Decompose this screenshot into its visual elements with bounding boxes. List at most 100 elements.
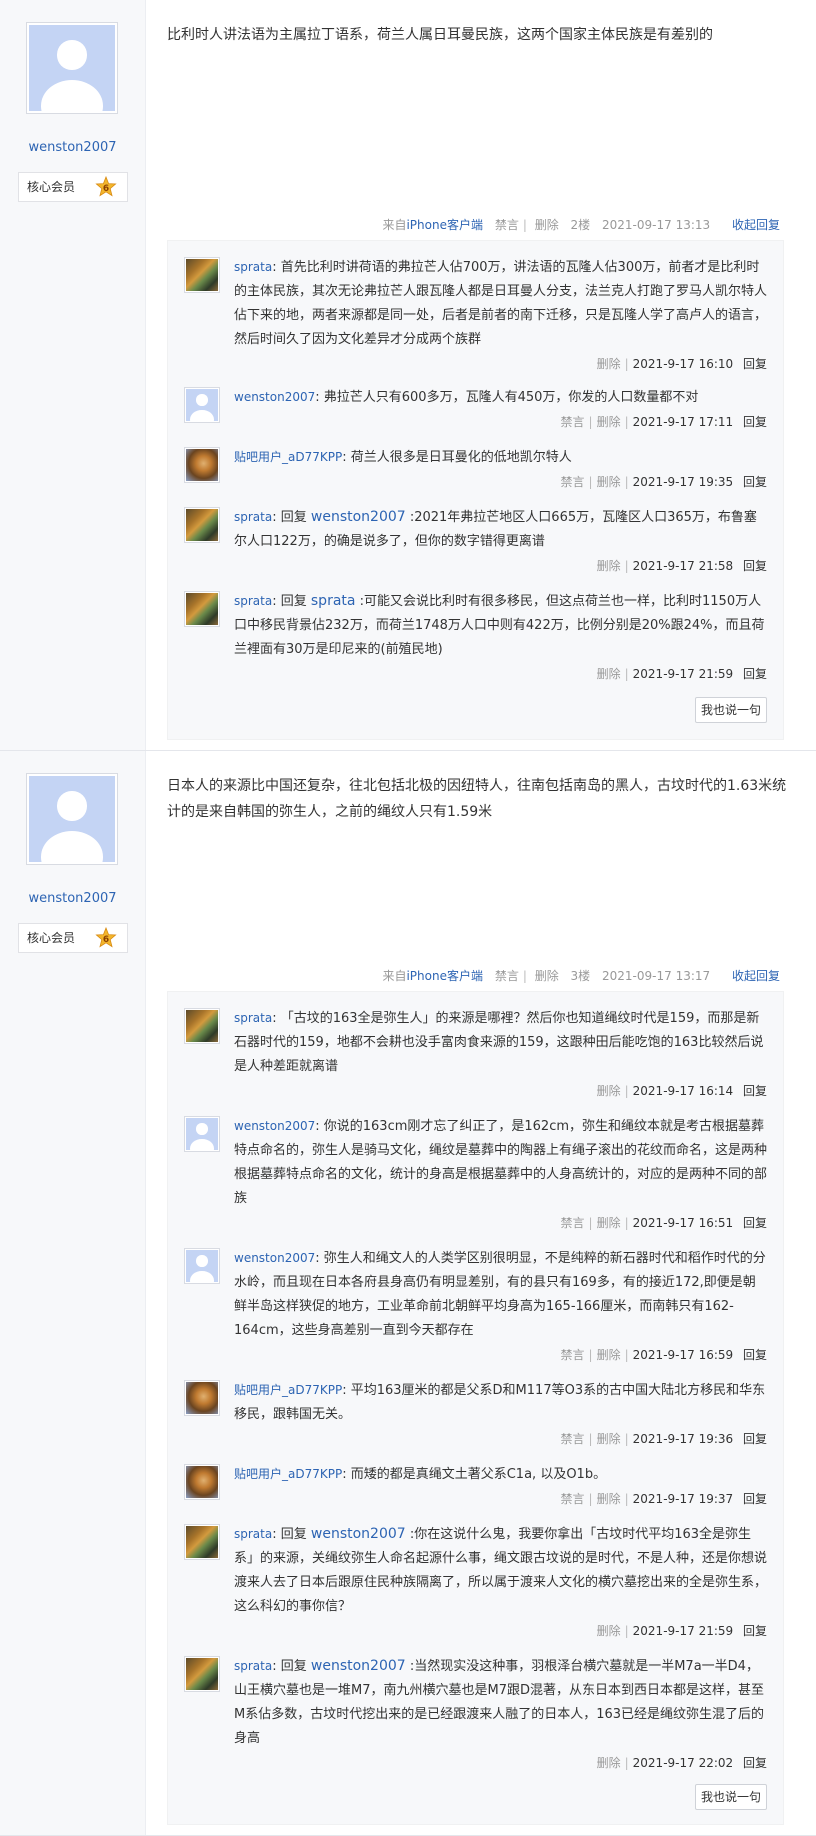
reply-time: 2021-9-17 21:59 (632, 1624, 734, 1638)
client-source-link[interactable]: iPhone客户端 (406, 969, 483, 983)
reply-time: 2021-9-17 19:36 (632, 1432, 734, 1446)
author-username[interactable]: wenston2007 (0, 891, 145, 906)
delete-link[interactable]: 删除 (597, 1624, 621, 1638)
reply-meta: 禁言 | 删除 | 2021-9-17 16:51 回复 (560, 1216, 767, 1230)
author-avatar[interactable] (26, 22, 118, 114)
reply-avatar[interactable] (184, 591, 220, 627)
reply-link[interactable]: 回复 (743, 357, 767, 371)
member-badge[interactable]: 核心会员 6 (18, 923, 128, 953)
delete-link[interactable]: 删除 (535, 969, 559, 983)
reply-username[interactable]: 贴吧用户_aD77KPP (234, 450, 342, 464)
ban-link[interactable]: 禁言 (495, 969, 519, 983)
reply-link[interactable]: 回复 (743, 475, 767, 489)
reply-target-user[interactable]: wenston2007 (311, 1526, 406, 1542)
reply-meta: 禁言 | 删除 | 2021-9-17 19:36 回复 (560, 1432, 767, 1446)
delete-link[interactable]: 删除 (597, 1348, 621, 1362)
reply-avatar[interactable] (184, 1464, 220, 1500)
reply-username[interactable]: sprata (234, 1011, 272, 1025)
delete-link[interactable]: 删除 (535, 218, 559, 232)
reply-avatar[interactable] (184, 447, 220, 483)
delete-link[interactable]: 删除 (597, 667, 621, 681)
ban-link[interactable]: 禁言 (561, 1492, 585, 1506)
post-content: 比利时人讲法语为主属拉丁语系，荷兰人属日耳曼民族，这两个国家主体民族是有差别的 (167, 27, 713, 43)
reply-target-user[interactable]: wenston2007 (311, 1658, 406, 1674)
sub-reply-panel: sprata: 首先比利时讲荷语的弗拉芒人佔700万，讲法语的瓦隆人佔300万，… (167, 240, 784, 740)
member-badge[interactable]: 核心会员 6 (18, 172, 128, 202)
delete-link[interactable]: 删除 (597, 559, 621, 573)
say-something-button[interactable]: 我也说一句 (695, 1784, 767, 1810)
reply-avatar[interactable] (184, 1380, 220, 1416)
author-username[interactable]: wenston2007 (0, 140, 145, 155)
reply-avatar[interactable] (184, 1656, 220, 1692)
reply-time: 2021-9-17 16:59 (632, 1348, 734, 1362)
reply-username[interactable]: sprata (234, 510, 272, 524)
delete-link[interactable]: 删除 (597, 1432, 621, 1446)
reply-link[interactable]: 回复 (743, 559, 767, 573)
floor-number: 2楼 (570, 218, 591, 232)
collapse-replies-link[interactable]: 收起回复 (732, 969, 780, 983)
reply-avatar[interactable] (184, 257, 220, 293)
ban-link[interactable]: 禁言 (561, 475, 585, 489)
author-avatar[interactable] (26, 773, 118, 865)
member-level: 6 (103, 184, 109, 194)
reply-meta: 删除 | 2021-9-17 16:14 回复 (596, 1084, 767, 1098)
delete-link[interactable]: 删除 (597, 475, 621, 489)
reply-keyword: 回复 (280, 1659, 307, 1674)
ban-link[interactable]: 禁言 (495, 218, 519, 232)
ban-link[interactable]: 禁言 (561, 1348, 585, 1362)
reply-link[interactable]: 回复 (743, 1756, 767, 1770)
delete-link[interactable]: 删除 (597, 1084, 621, 1098)
reply-text-block: wenston2007: 你说的163cm刚才忘了纠正了，是162cm，弥生和绳… (234, 1119, 768, 1206)
reply-username[interactable]: sprata (234, 1527, 272, 1541)
reply-username[interactable]: sprata (234, 260, 272, 274)
reply-time: 2021-9-17 16:14 (632, 1084, 734, 1098)
reply-avatar[interactable] (184, 1008, 220, 1044)
ban-link[interactable]: 禁言 (561, 415, 585, 429)
reply-text-block: 贴吧用户_aD77KPP: 平均163厘米的都是父系D和M117等O3系的古中国… (234, 1383, 766, 1422)
reply-avatar[interactable] (184, 1524, 220, 1560)
reply-link[interactable]: 回复 (743, 1084, 767, 1098)
reply-username[interactable]: wenston2007 (234, 390, 315, 404)
ban-link[interactable]: 禁言 (561, 1432, 585, 1446)
reply-avatar[interactable] (184, 1248, 220, 1284)
post-floor-2: wenston2007 核心会员 6 比利时人讲法语为主属拉丁语系，荷兰人属日耳… (0, 0, 816, 751)
reply-text-block: sprata: 回复 wenston2007 :2021年弗拉芒地区人口665万… (234, 509, 757, 549)
post-floor-3: wenston2007 核心会员 6 日本人的来源比中国还复杂，往北包括北极的因… (0, 751, 816, 1836)
reply-meta: 删除 | 2021-9-17 21:59 回复 (596, 1624, 767, 1638)
reply-username[interactable]: wenston2007 (234, 1251, 315, 1265)
reply-username[interactable]: wenston2007 (234, 1119, 315, 1133)
reply-target-user[interactable]: wenston2007 (311, 509, 406, 525)
reply-time: 2021-9-17 16:51 (632, 1216, 734, 1230)
reply-text-block: 贴吧用户_aD77KPP: 而矮的都是真绳文土著父系C1a, 以及O1b。 (234, 1467, 607, 1482)
post-tail: 来自iPhone客户端 禁言 | 删除 3楼 2021-09-17 13:17 收… (382, 969, 780, 983)
reply-text-block: sprata: 「古坟的163全是弥生人」的来源是哪裡？然后你也知道绳纹时代是1… (234, 1011, 764, 1074)
reply-username[interactable]: sprata (234, 594, 272, 608)
post-content: 日本人的来源比中国还复杂，往北包括北极的因纽特人，往南包括南岛的黑人，古坟时代的… (167, 778, 787, 820)
client-source-link[interactable]: iPhone客户端 (406, 218, 483, 232)
ban-link[interactable]: 禁言 (561, 1216, 585, 1230)
reply-link[interactable]: 回复 (743, 1492, 767, 1506)
delete-link[interactable]: 删除 (597, 1216, 621, 1230)
reply-link[interactable]: 回复 (743, 1432, 767, 1446)
reply-link[interactable]: 回复 (743, 667, 767, 681)
collapse-replies-link[interactable]: 收起回复 (732, 218, 780, 232)
say-something-button[interactable]: 我也说一句 (695, 697, 767, 723)
delete-link[interactable]: 删除 (597, 1492, 621, 1506)
reply-target-user[interactable]: sprata (311, 593, 356, 609)
reply-username[interactable]: 贴吧用户_aD77KPP (234, 1383, 342, 1397)
post-time: 2021-09-17 13:13 (602, 218, 711, 232)
reply-link[interactable]: 回复 (743, 1216, 767, 1230)
reply-username[interactable]: 贴吧用户_aD77KPP (234, 1467, 342, 1481)
reply-link[interactable]: 回复 (743, 1348, 767, 1362)
reply-avatar[interactable] (184, 507, 220, 543)
reply-avatar[interactable] (184, 1116, 220, 1152)
delete-link[interactable]: 删除 (597, 357, 621, 371)
reply-avatar[interactable] (184, 387, 220, 423)
delete-link[interactable]: 删除 (597, 415, 621, 429)
reply-username[interactable]: sprata (234, 1659, 272, 1673)
reply-link[interactable]: 回复 (743, 1624, 767, 1638)
reply-link[interactable]: 回复 (743, 415, 767, 429)
level-star-icon: 6 (95, 927, 117, 948)
delete-link[interactable]: 删除 (597, 1756, 621, 1770)
reply-time: 2021-9-17 19:37 (632, 1492, 734, 1506)
